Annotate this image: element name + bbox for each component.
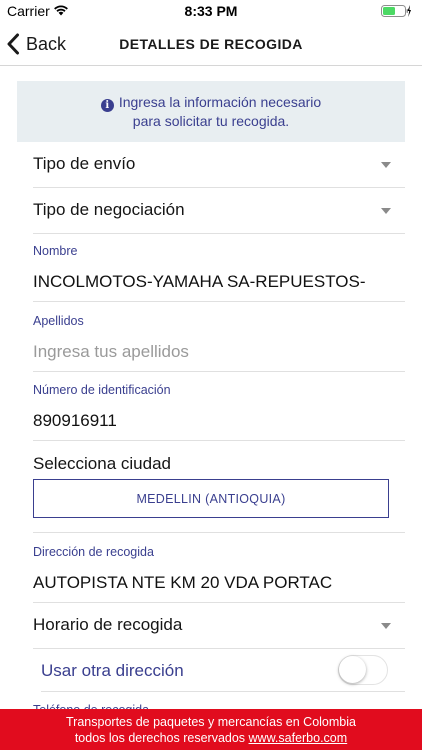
other-address-row: Usar otra dirección [41, 650, 405, 692]
id-number-input[interactable] [33, 411, 405, 431]
negotiation-type-select[interactable]: Tipo de negociación [33, 188, 405, 234]
clock: 8:33 PM [184, 3, 238, 19]
info-text-2: para solicitar tu recogida. [132, 113, 290, 129]
city-select-button[interactable]: MEDELLIN (ANTIOQUIA) [33, 479, 389, 518]
footer-line-1: Transportes de paquetes y mercancías en … [66, 715, 356, 729]
toggle-knob [339, 656, 366, 683]
pickup-schedule-label: Horario de recogida [33, 615, 183, 634]
navigation-bar: Back DETALLES DE RECOGIDA [0, 22, 422, 66]
surname-input[interactable] [33, 342, 405, 362]
chevron-down-icon [381, 208, 391, 214]
footer-rights-text: todos los derechos reservados [74, 731, 249, 745]
shipment-type-select[interactable]: Tipo de envío [33, 142, 405, 188]
info-text-1: Ingresa la información necesario [118, 94, 322, 110]
info-icon: i [100, 99, 114, 112]
footer: Transportes de paquetes y mercancías en … [0, 709, 422, 750]
address-label: Dirección de recogida [33, 545, 154, 559]
other-address-label: Usar otra dirección [41, 661, 184, 680]
footer-line-2: todos los derechos reservados www.saferb… [0, 730, 422, 746]
address-field [33, 573, 405, 603]
other-address-toggle[interactable] [338, 655, 388, 685]
negotiation-type-label: Tipo de negociación [33, 200, 185, 219]
status-bar: Carrier 8:33 PM [0, 0, 422, 22]
page-title: DETALLES DE RECOGIDA [119, 36, 303, 52]
divider [33, 532, 405, 533]
id-number-label: Número de identificación [33, 383, 171, 397]
chevron-down-icon [381, 162, 391, 168]
address-input[interactable] [33, 573, 405, 593]
shipment-type-label: Tipo de envío [33, 154, 136, 173]
website-link[interactable]: www.saferbo.com [249, 731, 348, 745]
battery-charging-icon [381, 5, 411, 17]
city-heading: Selecciona ciudad [33, 454, 171, 473]
name-field [33, 272, 405, 302]
id-number-field [33, 411, 405, 441]
chevron-down-icon [381, 623, 391, 629]
name-input[interactable] [33, 272, 405, 292]
surname-field [33, 342, 405, 372]
name-label: Nombre [33, 244, 78, 258]
info-line-1: i Ingresa la información necesario [17, 93, 405, 112]
pickup-schedule-select[interactable]: Horario de recogida [33, 603, 405, 649]
surname-label: Apellidos [33, 314, 84, 328]
info-banner: i Ingresa la información necesario para s… [17, 81, 405, 142]
